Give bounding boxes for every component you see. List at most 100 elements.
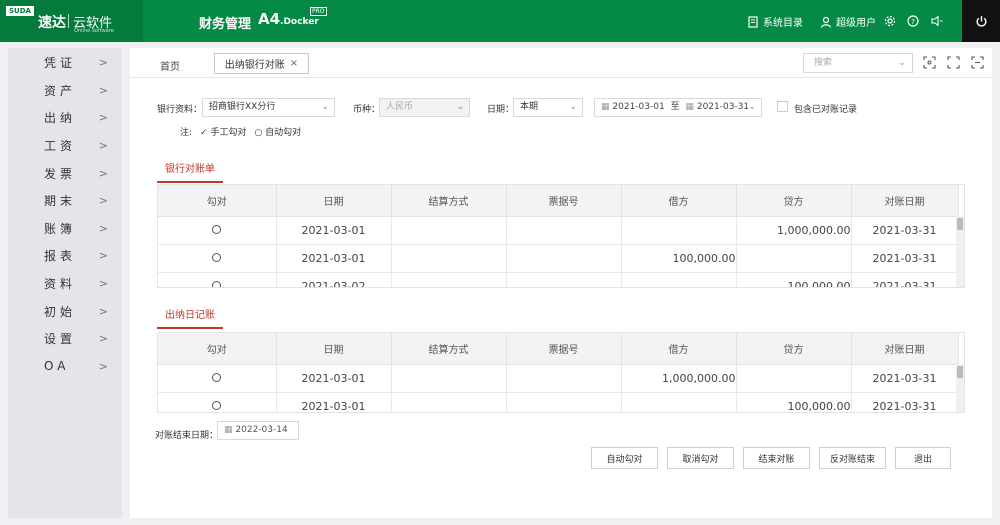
sidebar-item-settings[interactable]: 设置 > [8, 325, 122, 353]
document-icon [748, 15, 758, 28]
logout-button[interactable] [962, 0, 1000, 42]
chevron-right-icon: > [98, 111, 108, 125]
sidebar-item-ledger[interactable]: 账簿 > [8, 215, 122, 243]
sidebar-item-invoice[interactable]: 发票 > [8, 159, 122, 187]
search-select[interactable]: 搜索 ⌄ [803, 53, 913, 73]
chevron-down-icon: ⌄ [569, 102, 577, 112]
cell-recon-date: 2021-03-31 [851, 272, 959, 287]
speaker-icon[interactable] [931, 15, 943, 27]
close-icon[interactable]: × [290, 58, 298, 69]
brand-logo: SUDA 速达 云软件 Online Software [0, 0, 143, 42]
bank-select[interactable]: 招商银行XX分行 ⌄ [202, 98, 335, 117]
cell-method [391, 392, 507, 412]
column-header: 结算方式 [391, 185, 507, 217]
sidebar-item-payroll[interactable]: 工资 > [8, 132, 122, 160]
match-radio[interactable] [212, 224, 222, 234]
include-reconciled-checkbox[interactable] [777, 101, 788, 112]
user-menu-button[interactable]: 超级用户 [820, 14, 876, 29]
cell-ticket [506, 244, 622, 273]
sidebar-item-label: 发票 [44, 166, 77, 181]
cell-debit: 100,000.00 [621, 244, 737, 273]
cell-date: 2021-03-01 [276, 216, 392, 245]
product-suffix: .Docker [280, 17, 319, 27]
power-icon [976, 15, 986, 27]
cell-recon-date: 2021-03-31 [851, 392, 959, 412]
period-select[interactable]: 本期 ⌄ [513, 98, 583, 117]
tab-home[interactable]: 首页 [160, 58, 180, 73]
exit-button[interactable]: 退出 [895, 447, 951, 469]
expand-icon[interactable] [971, 56, 984, 69]
cell-debit: 1,000,000.00 [621, 364, 737, 393]
bank-statement-title[interactable]: 银行对账单 [157, 160, 223, 183]
finish-reconciliation-button[interactable]: 结束对账 [743, 447, 810, 469]
match-radio[interactable] [212, 372, 222, 382]
chevron-right-icon: > [98, 277, 108, 291]
sidebar-item-label: 报表 [44, 249, 77, 264]
cell-recon-date: 2021-03-31 [851, 244, 959, 273]
match-radio[interactable] [212, 280, 222, 287]
table-header-row: 勾对 日期 结算方式 票据号 借方 贷方 对账日期 [158, 333, 959, 365]
sidebar-item-label: 资产 [44, 83, 77, 98]
auto-match-button[interactable]: 自动勾对 [591, 447, 658, 469]
sidebar-item-period-end[interactable]: 期末 > [8, 187, 122, 215]
tab-bank-reconciliation[interactable]: 出纳银行对账 × [214, 53, 309, 74]
date-range-picker[interactable]: ▦ 2021-03-01 至 ▦ 2021-03-31 ⌄ [594, 98, 762, 117]
focus-icon[interactable] [923, 56, 936, 69]
table-row[interactable]: 2021-03-02 100,000.00 2021-03-31 [158, 272, 959, 287]
brand-name: 速达 [38, 15, 66, 31]
chevron-right-icon: > [98, 304, 108, 318]
brand-tag: SUDA [6, 6, 34, 16]
top-bar: SUDA 速达 云软件 Online Software 财务管理 A4.Dock… [0, 0, 1000, 42]
table-row[interactable]: 2021-03-01 100,000.00 2021-03-31 [158, 392, 959, 412]
gear-icon[interactable] [884, 15, 896, 27]
column-header: 借方 [621, 333, 737, 365]
end-date-input[interactable]: ▦ 2022-03-14 [217, 421, 299, 440]
cash-journal-title[interactable]: 出纳日记账 [157, 306, 223, 329]
cell-recon-date: 2021-03-31 [851, 216, 959, 245]
scrollbar-thumb[interactable] [957, 218, 963, 230]
column-header: 勾对 [158, 333, 277, 365]
sidebar-item-label: 资料 [44, 277, 77, 292]
cell-method [391, 216, 507, 245]
sidebar-item-master-data[interactable]: 资料 > [8, 270, 122, 298]
chevron-right-icon: > [98, 359, 108, 373]
vertical-scrollbar[interactable] [956, 364, 964, 412]
table-row[interactable]: 2021-03-01 1,000,000.00 2021-03-31 [158, 364, 959, 393]
sidebar-item-label: 设置 [44, 332, 77, 347]
currency-select[interactable]: 人民币 ⌄ [379, 98, 470, 117]
scrollbar-thumb[interactable] [957, 366, 963, 378]
match-radio[interactable] [212, 400, 222, 410]
table-header-row: 勾对 日期 结算方式 票据号 借方 贷方 对账日期 [158, 185, 959, 217]
sidebar: 凭证 > 资产 > 出纳 > 工资 > 发票 > 期末 > 账簿 > 报表 > 资料 > 初始 > … [8, 48, 122, 518]
cancel-match-button[interactable]: 取消勾对 [667, 447, 734, 469]
column-header: 对账日期 [851, 333, 959, 365]
sidebar-item-reports[interactable]: 报表 > [8, 242, 122, 270]
cell-ticket [506, 272, 622, 287]
reverse-reconciliation-button[interactable]: 反对账结束 [819, 447, 886, 469]
calendar-icon: ▦ [685, 102, 694, 112]
sidebar-item-assets[interactable]: 资产 > [8, 77, 122, 105]
main-panel: 首页 出纳银行对账 × 搜索 ⌄ 银行资料： 招商银行XX分行 ⌄ 币种： 人民币… [130, 48, 992, 518]
match-radio[interactable] [212, 252, 222, 262]
tab-bar: 首页 出纳银行对账 × 搜索 ⌄ [130, 48, 992, 78]
vertical-scrollbar[interactable] [956, 216, 964, 287]
fullscreen-icon[interactable] [947, 56, 960, 69]
chevron-right-icon: > [98, 83, 108, 97]
chevron-down-icon: ⌄ [898, 58, 906, 68]
sidebar-item-voucher[interactable]: 凭证 > [8, 49, 122, 77]
column-header: 结算方式 [391, 333, 507, 365]
system-menu-button[interactable]: 系统目录 [747, 14, 803, 29]
cell-credit: 100,000.00 [736, 392, 852, 412]
period-select-value: 本期 [520, 102, 539, 112]
sidebar-item-label: 出纳 [44, 111, 77, 126]
sidebar-item-oa[interactable]: OA > [8, 353, 122, 381]
help-icon[interactable]: ? [907, 15, 919, 27]
sidebar-item-cashier[interactable]: 出纳 > [8, 104, 122, 132]
brand-divider [68, 14, 69, 28]
column-header: 日期 [276, 185, 392, 217]
table-row[interactable]: 2021-03-01 1,000,000.00 2021-03-31 [158, 216, 959, 245]
calendar-icon: ▦ [601, 102, 610, 112]
table-row[interactable]: 2021-03-01 100,000.00 2021-03-31 [158, 244, 959, 273]
cell-method [391, 364, 507, 393]
sidebar-item-initial[interactable]: 初始 > [8, 297, 122, 325]
